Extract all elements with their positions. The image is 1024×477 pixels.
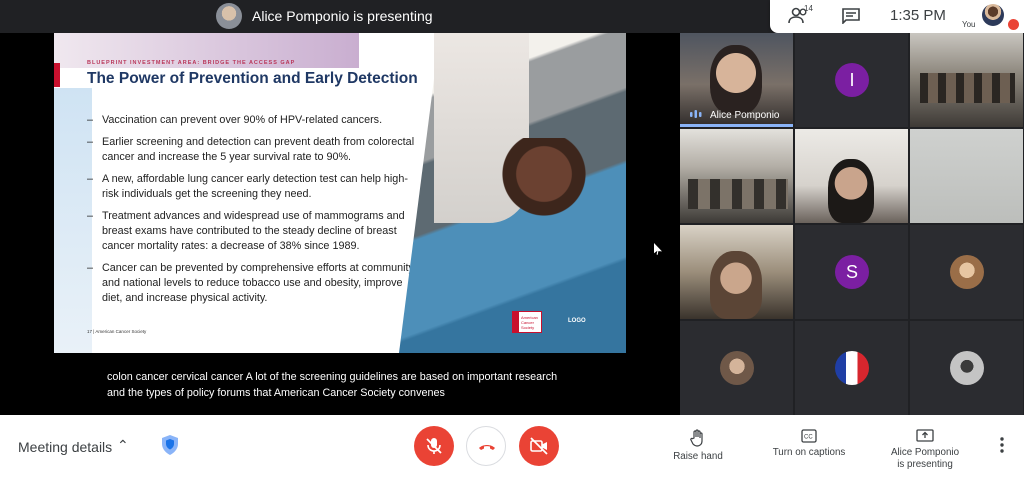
participant-video [688,179,788,209]
caption-line-2: and the types of policy forums that Amer… [107,387,445,399]
raise-hand-label: Raise hand [673,451,723,462]
top-bar: Alice Pomponio is presenting 14 1:35 PM … [0,0,1024,33]
more-vert-icon[interactable] [994,435,1010,455]
mic-off-icon [1008,19,1019,30]
presenter-avatar [216,3,242,29]
slide-footer: 17 | American Cancer Society [87,329,147,334]
participant-grid: Alice Pomponio I S [680,33,1024,415]
presenting-label-line-2: is presenting [897,459,953,470]
participant-tile-student-2[interactable] [680,225,793,319]
participant-tile-i[interactable]: I [795,33,908,127]
self-label: You [962,20,976,29]
participant-video [920,73,1015,103]
live-captions: colon cancer cervical cancer A lot of th… [107,369,557,401]
leave-call-button[interactable] [466,426,506,466]
logo-placeholder: LOGO [568,318,586,324]
participant-video [828,159,874,223]
chevron-up-icon[interactable]: ⌃ [117,437,129,454]
participant-tile-avatar-1[interactable] [910,225,1023,319]
presenting-status-button[interactable]: Alice Pomponio is presenting [880,429,970,471]
avatar [950,351,984,385]
participant-tile-alice[interactable]: Alice Pomponio [680,33,793,127]
photo-patient [494,138,594,258]
slide-bullets: Vaccination can prevent over 90% of HPV-… [87,113,417,313]
avatar [950,255,984,289]
slide-bullet: Earlier screening and detection can prev… [87,135,417,165]
present-icon [916,429,934,442]
slide-bullet: Treatment advances and widespread use of… [87,209,417,254]
bottom-bar: Meeting details ⌃ Raise hand CC Turn on … [0,415,1024,477]
self-avatar[interactable] [982,4,1004,26]
camera-toggle-button[interactable] [519,426,559,466]
participant-tile-classroom-2[interactable] [680,129,793,223]
hangup-icon [479,445,495,450]
participants-count: 14 [804,4,813,13]
participant-tile-s[interactable]: S [795,225,908,319]
slide-bullet: Vaccination can prevent over 90% of HPV-… [87,113,417,128]
participant-name: Alice Pomponio [710,110,780,121]
status-panel: 14 1:35 PM You [770,0,1024,33]
slide-title: The Power of Prevention and Early Detect… [87,70,418,87]
speaking-indicator [680,124,793,127]
participant-tile-avatar-3[interactable] [795,321,908,415]
acs-logo: American Cancer Society [512,311,542,333]
captions-label: Turn on captions [772,447,846,458]
camera-off-icon [530,437,548,455]
participant-video [710,251,762,319]
avatar [720,351,754,385]
clock: 1:35 PM [890,7,946,24]
mouse-cursor [654,243,662,255]
presentation-slide: BLUEPRINT INVESTMENT AREA: BRIDGE THE AC… [54,33,626,353]
captions-icon: CC [801,429,817,443]
mic-off-icon [426,438,442,454]
mic-toggle-button[interactable] [414,426,454,466]
participant-tile-avatar-4[interactable] [910,321,1023,415]
slide-bullet: Cancer can be prevented by comprehensive… [87,261,417,306]
presenter-chip: Alice Pomponio is presenting [216,3,433,29]
shield-icon[interactable] [160,434,180,456]
hand-icon [690,429,703,447]
participant-tile-avatar-2[interactable] [680,321,793,415]
presenter-label: Alice Pomponio is presenting [252,8,433,24]
captions-button[interactable]: CC Turn on captions [764,429,854,458]
slide-bullet: A new, affordable lung cancer early dete… [87,172,417,202]
presenting-label-line-1: Alice Pomponio [890,447,960,458]
avatar: I [835,63,869,97]
chat-icon[interactable] [842,8,860,24]
participant-video [710,45,762,115]
avatar [835,351,869,385]
participant-tile-wall[interactable] [910,129,1023,223]
avatar: S [835,255,869,289]
meeting-details-button[interactable]: Meeting details [18,439,112,455]
participant-tile-student-1[interactable] [795,129,908,223]
acs-logo-text: American Cancer Society [521,315,538,330]
participant-tile-classroom-1[interactable] [910,33,1023,127]
presentation-stage: BLUEPRINT INVESTMENT AREA: BRIDGE THE AC… [0,33,680,415]
speaking-icon [690,110,702,118]
slide-red-tab [54,63,60,87]
caption-line-1: colon cancer cervical cancer A lot of th… [107,371,558,383]
svg-text:CC: CC [804,435,813,441]
raise-hand-button[interactable]: Raise hand [668,429,728,462]
slide-kicker: BLUEPRINT INVESTMENT AREA: BRIDGE THE AC… [87,60,296,66]
